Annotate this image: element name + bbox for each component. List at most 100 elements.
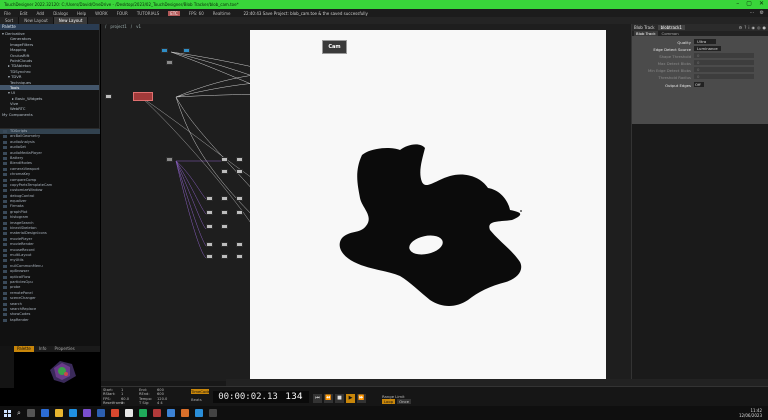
app-icon-11[interactable] (194, 409, 203, 417)
palette-list-item[interactable]: tapRender (0, 318, 100, 323)
info-icon[interactable]: i (748, 25, 749, 30)
menu-file[interactable]: File (4, 11, 11, 16)
app-icon-4[interactable] (96, 409, 105, 417)
node-grid-e3[interactable] (236, 210, 243, 215)
search-icon[interactable]: ⌕ (17, 409, 21, 418)
viewer-toggle-icon[interactable]: ◉ (752, 25, 756, 30)
app-icon-5[interactable] (110, 409, 119, 417)
beats-mode-button[interactable]: Beats (191, 397, 202, 402)
status-message: 22:40:43 Save Project: blob_cam.toe & th… (243, 10, 368, 16)
node-grid-i1[interactable] (206, 254, 213, 259)
app-icon-8[interactable] (152, 409, 161, 417)
app-icon-9[interactable] (166, 409, 175, 417)
viewer-canvas[interactable]: Cam (250, 30, 606, 386)
node-grid-a2[interactable] (236, 157, 243, 162)
tab-new-layout-2[interactable]: New Layout (53, 17, 89, 24)
timecode-display[interactable]: 00:00:02.13 (213, 391, 283, 403)
timecode-mode-button[interactable]: TimeCode (191, 389, 210, 394)
render-toggle-icon[interactable]: ● (763, 25, 767, 30)
app-icon-1[interactable] (40, 409, 49, 417)
node-grid-b2[interactable] (236, 169, 243, 174)
stop-button[interactable]: ■ (335, 394, 344, 403)
app-icon-7[interactable] (138, 409, 147, 417)
menu-four[interactable]: FOUR (117, 11, 128, 16)
frame-field[interactable]: 134 (279, 391, 309, 403)
range-once-button[interactable]: Once (397, 399, 411, 404)
parameter-panel: Blob Track blobtrack1 ⚙ ? i ◉ ◎ ● Blob T… (631, 24, 768, 386)
output-edges-toggle[interactable]: Off (694, 82, 704, 87)
node-grid-e2[interactable] (221, 210, 228, 215)
shape-threshold-field[interactable]: 0 (694, 53, 754, 58)
param-output-edges: Output Edges Off (632, 82, 768, 88)
play-button[interactable]: ▶ (346, 394, 355, 403)
folder-icon[interactable] (54, 409, 63, 417)
node-grid-a1[interactable] (221, 157, 228, 162)
node-grid-d1[interactable] (206, 196, 213, 201)
node-grid-i2[interactable] (221, 254, 228, 259)
minimize-icon[interactable]: – (736, 1, 739, 7)
node-null-1[interactable] (166, 60, 173, 65)
step-forward-button[interactable]: ⏩ (357, 394, 366, 403)
node-grid-d2[interactable] (221, 196, 228, 201)
app-icon-6[interactable] (124, 409, 133, 417)
node-grid-h2[interactable] (221, 242, 228, 247)
timeline-bar: Start: 1 End: 600 RStart: 1 REnd: 600 FPS: 60.0 Te… (101, 379, 768, 406)
gear-icon[interactable]: ⚙ (739, 25, 743, 30)
realtime-toggle[interactable]: Realtime (213, 11, 231, 16)
node-grid-b1[interactable] (221, 169, 228, 174)
dots-icon[interactable]: ⋯ (750, 10, 755, 16)
node-camera-in[interactable] (161, 48, 168, 53)
edge-source-menu[interactable]: Luminance (694, 46, 721, 51)
quality-menu[interactable]: Ultra (694, 39, 716, 44)
node-grid-f2[interactable] (221, 224, 228, 229)
timeline-stat-value[interactable]: 4 4 (157, 401, 173, 405)
max-blobs-field[interactable]: 0 (694, 60, 754, 65)
node-grid-h3[interactable] (236, 242, 243, 247)
node-grid-e1[interactable] (206, 210, 213, 215)
node-blob-track[interactable] (133, 92, 153, 101)
window-titlebar: TouchDesigner 2022.32120: C:/Users/David… (0, 0, 768, 9)
windows-start-icon[interactable] (4, 409, 11, 417)
range-loop-button[interactable]: Loop (382, 399, 396, 404)
menu-add[interactable]: Add (36, 11, 44, 16)
timeline-stat-value[interactable]: 0 (121, 401, 137, 405)
menu-tutorials[interactable]: TUTORIALS (137, 11, 159, 16)
node-camera-select[interactable] (183, 48, 190, 53)
node-select-blob[interactable] (166, 157, 173, 162)
task-view-icon[interactable] (26, 409, 35, 417)
app-icon-10[interactable] (180, 409, 189, 417)
app-icon-3[interactable] (82, 409, 91, 417)
menu-edit[interactable]: Edit (20, 11, 28, 16)
node-grid-h1[interactable] (206, 242, 213, 247)
tab-new-layout-1[interactable]: New Layout (19, 17, 54, 24)
node-grid-i3[interactable] (236, 254, 243, 259)
os-taskbar: ⌕ 11:42 12/06/2023 (0, 406, 768, 420)
display-toggle-icon[interactable]: ◎ (757, 25, 761, 30)
menu-dialogs[interactable]: Dialogs (53, 11, 68, 16)
param-threshold-radius: Threshold Radius 0 (632, 74, 768, 80)
menu-work[interactable]: WORK (95, 11, 108, 16)
param-edge-source: Edge Detect Source Luminance (632, 46, 768, 52)
gear-icon[interactable]: ⚙ (760, 10, 764, 16)
system-clock[interactable]: 11:42 12/06/2023 (739, 408, 762, 418)
help-icon[interactable]: ? (744, 25, 746, 30)
touchdesigner-icon[interactable] (208, 409, 217, 417)
node-grid-f1[interactable] (206, 224, 213, 229)
node-grid-d3[interactable] (236, 196, 243, 201)
node-movie-in[interactable] (105, 94, 112, 99)
step-back-button[interactable]: ⏪ (324, 394, 333, 403)
preview-particles-icon (50, 361, 76, 383)
maximize-icon[interactable]: ▢ (746, 1, 752, 7)
menu-etc[interactable]: ETC (168, 10, 180, 16)
palette-tree-item[interactable]: My Components (0, 112, 99, 117)
param-op-name[interactable]: blobtrack1 (657, 25, 685, 30)
tab-sort[interactable]: Sort (0, 17, 20, 24)
close-icon[interactable]: ✕ (759, 1, 764, 7)
timeline-ruler[interactable] (226, 379, 768, 386)
menu-help[interactable]: Help (77, 11, 86, 16)
threshold-radius-field[interactable]: 0 (694, 74, 754, 79)
app-icon-2[interactable] (68, 409, 77, 417)
skip-start-button[interactable]: ⏮ (313, 394, 322, 403)
palette-panel: Palette ▾ Derivative Generators ImageFilte… (0, 24, 100, 346)
min-edge-blobs-field[interactable]: 0 (694, 67, 754, 72)
